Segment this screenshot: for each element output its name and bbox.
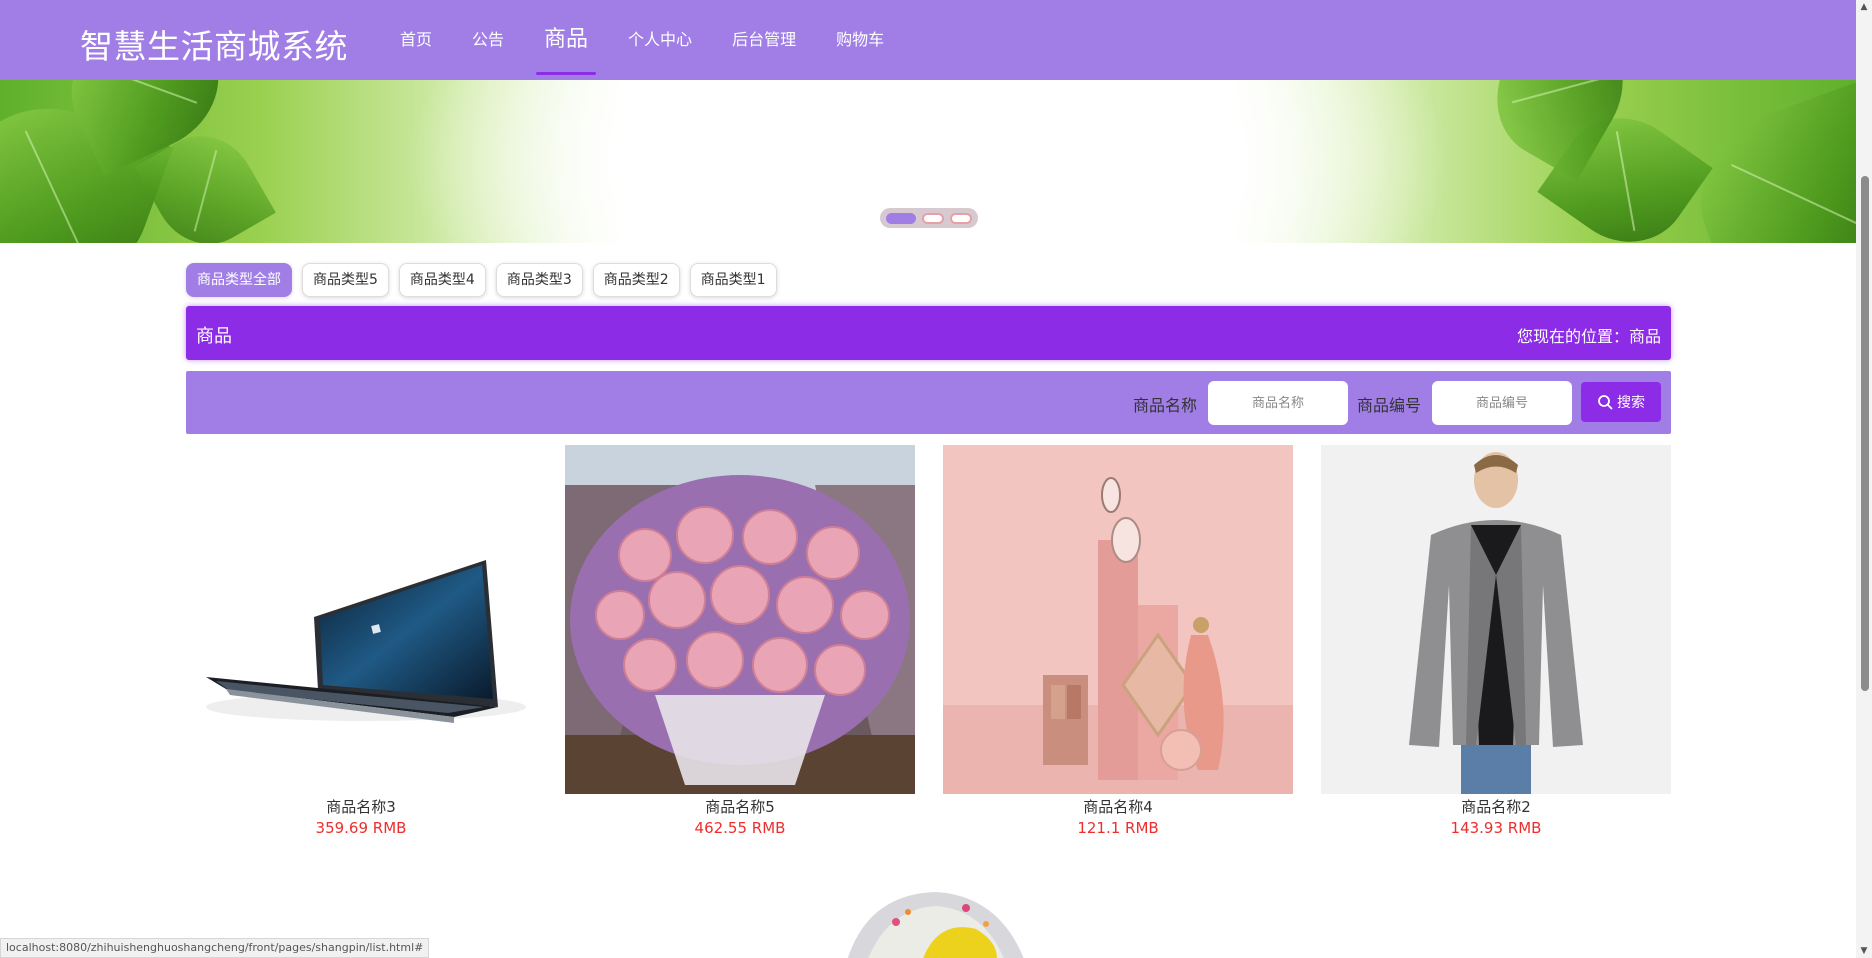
nav-home[interactable]: 首页 bbox=[380, 0, 452, 80]
product-code-label: 商品编号 bbox=[1357, 396, 1422, 415]
site-title[interactable]: 智慧生活商城系统 bbox=[80, 20, 348, 68]
product-name[interactable]: 商品名称5 bbox=[565, 797, 915, 817]
carousel-dot[interactable] bbox=[922, 212, 944, 224]
product-name[interactable]: 商品名称4 bbox=[943, 797, 1293, 817]
product-name[interactable]: 商品名称2 bbox=[1321, 797, 1671, 817]
product-name-label: 商品名称 bbox=[1133, 396, 1198, 415]
category-tab-2[interactable]: 商品类型2 bbox=[592, 263, 680, 297]
nav-personal-center[interactable]: 个人中心 bbox=[608, 0, 712, 80]
status-url: localhost:8080/zhihuishenghuoshangcheng/… bbox=[0, 938, 430, 958]
nav-cart[interactable]: 购物车 bbox=[816, 0, 904, 80]
product-name[interactable]: 商品名称3 bbox=[186, 797, 536, 817]
product-card[interactable]: 商品名称5 462.55 RMB bbox=[565, 445, 915, 839]
search-button[interactable]: 搜索 bbox=[1581, 382, 1661, 422]
breadcrumb: 您现在的位置：商品 bbox=[1516, 327, 1661, 346]
category-tab-1[interactable]: 商品类型1 bbox=[689, 263, 777, 297]
product-name-input[interactable] bbox=[1208, 381, 1348, 425]
category-tab-5[interactable]: 商品类型5 bbox=[302, 263, 389, 297]
scroll-down-icon[interactable]: ▼ bbox=[1858, 946, 1870, 956]
product-image-cosmetics[interactable] bbox=[943, 445, 1293, 794]
product-price: 359.69 RMB bbox=[315, 819, 407, 837]
carousel-dot[interactable] bbox=[886, 212, 916, 224]
product-card[interactable]: 商品名称3 359.69 RMB bbox=[186, 445, 536, 839]
product-price: 121.1 RMB bbox=[1077, 819, 1159, 837]
carousel-dot[interactable] bbox=[950, 212, 972, 224]
product-card[interactable]: 商品名称2 143.93 RMB bbox=[1321, 445, 1671, 839]
search-button-label: 搜索 bbox=[1617, 395, 1645, 411]
section-header: 商品 您现在的位置：商品 bbox=[186, 306, 1671, 360]
product-price: 462.55 RMB bbox=[694, 819, 786, 837]
main-nav: 首页 公告 商品 个人中心 后台管理 购物车 bbox=[380, 0, 904, 80]
nav-products[interactable]: 商品 bbox=[524, 0, 608, 80]
search-icon bbox=[1598, 395, 1613, 410]
scroll-up-icon[interactable]: ▲ bbox=[1858, 2, 1870, 12]
banner-carousel[interactable] bbox=[0, 80, 1856, 243]
product-image-ring-partial[interactable] bbox=[826, 884, 1036, 958]
product-card[interactable]: 商品名称4 121.1 RMB bbox=[943, 445, 1293, 839]
carousel-indicators bbox=[880, 208, 978, 228]
scrollbar-thumb[interactable] bbox=[1861, 176, 1869, 691]
category-tab-all[interactable]: 商品类型全部 bbox=[186, 263, 292, 297]
search-panel: 商品名称 商品编号 搜索 bbox=[186, 371, 1671, 434]
category-tab-4[interactable]: 商品类型4 bbox=[398, 263, 486, 297]
product-image-laptop[interactable] bbox=[186, 445, 536, 794]
product-image-jacket[interactable] bbox=[1321, 445, 1671, 794]
product-price: 143.93 RMB bbox=[1450, 819, 1542, 837]
nav-announcements[interactable]: 公告 bbox=[452, 0, 524, 80]
nav-admin[interactable]: 后台管理 bbox=[712, 0, 816, 80]
section-title: 商品 bbox=[196, 326, 232, 347]
product-image-rose-bouquet[interactable] bbox=[565, 445, 915, 794]
category-tabs: 商品类型全部 商品类型5 商品类型4 商品类型3 商品类型2 商品类型1 bbox=[186, 263, 777, 297]
top-navbar: 智慧生活商城系统 首页 公告 商品 个人中心 后台管理 购物车 bbox=[0, 0, 1856, 80]
category-tab-3[interactable]: 商品类型3 bbox=[495, 263, 583, 297]
product-code-input[interactable] bbox=[1432, 381, 1572, 425]
